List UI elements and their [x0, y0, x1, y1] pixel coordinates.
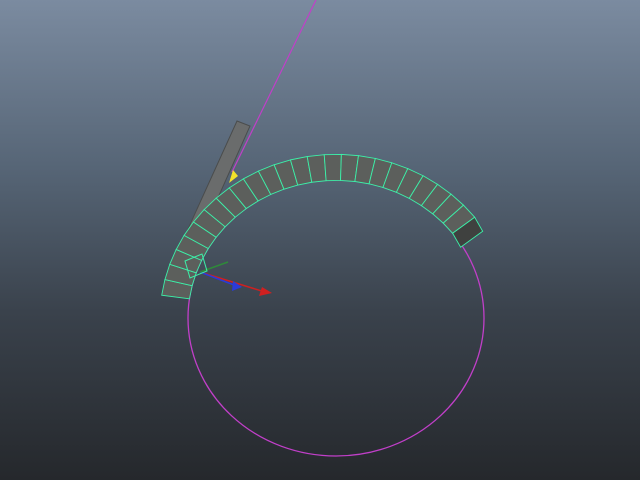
- translate-x-arrow-icon[interactable]: [259, 287, 272, 296]
- mesh-segment[interactable]: [323, 153, 342, 182]
- guide-line[interactable]: [231, 0, 317, 173]
- motion-path-curve[interactable]: [187, 179, 485, 457]
- extruded-curve-mesh[interactable]: [161, 153, 484, 300]
- translate-z-axis[interactable]: [199, 261, 229, 273]
- 3d-viewport[interactable]: [0, 0, 640, 480]
- translate-y-arrow-icon[interactable]: [232, 281, 242, 291]
- scene-canvas[interactable]: [0, 0, 640, 480]
- translate-y-axis[interactable]: [199, 271, 235, 286]
- pivot-highlight-icon: [229, 170, 238, 183]
